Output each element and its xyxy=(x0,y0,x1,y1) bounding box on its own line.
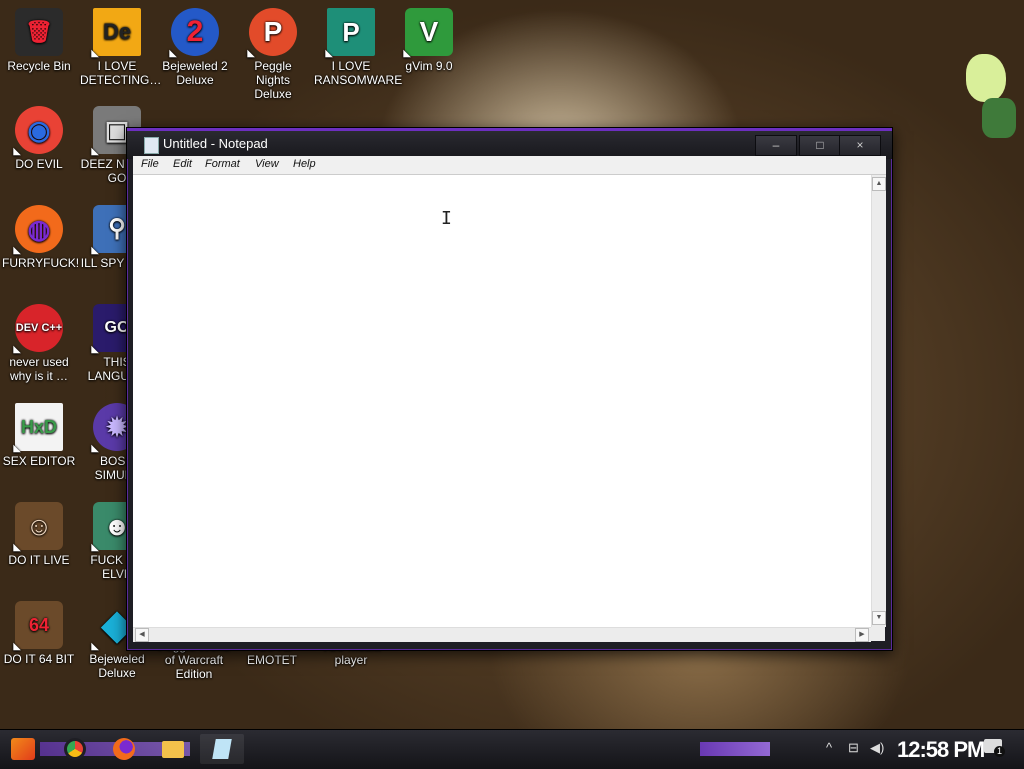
desktop-icon-label: SEX EDITOR xyxy=(2,454,76,468)
desktop-icon-do-it-live[interactable]: ☺ ◣ DO IT LIVE xyxy=(0,496,78,567)
desktop-icon-label: FURRYFUCK! xyxy=(2,256,80,270)
portrait-icon: ☺ ◣ xyxy=(14,502,63,552)
notepad-icon xyxy=(144,137,159,154)
chrome-icon: ◉ ◣ xyxy=(14,106,63,156)
die-icon: De ◣ xyxy=(92,8,141,58)
desktop-icon-sex-editor[interactable]: HxD ◣ SEX EDITOR xyxy=(0,397,78,468)
hxd-icon: HxD ◣ xyxy=(14,403,63,453)
desktop-icon-label: gVim 9.0 xyxy=(405,59,453,73)
notifications-button[interactable]: 1 xyxy=(984,739,1005,759)
taskbar-firefox[interactable] xyxy=(109,734,139,764)
notepad-window[interactable]: Untitled - Notepad – □ × File Edit Forma… xyxy=(126,127,893,651)
peggle-icon: P ◣ xyxy=(248,8,297,58)
taskbar-clock[interactable]: 12:58 PM xyxy=(897,737,985,763)
text-editor-area[interactable] xyxy=(133,175,871,627)
desktop-icon-label: DO IT LIVE xyxy=(8,553,70,567)
vim-icon: V ◣ xyxy=(404,8,453,58)
menu-format[interactable]: Format xyxy=(205,158,240,170)
menu-bar: File Edit Format View Help xyxy=(133,156,886,175)
portrait-64-icon: 64 ◣ xyxy=(14,601,63,651)
desktop-mascot-icon xyxy=(962,54,1018,138)
maximize-button[interactable]: □ xyxy=(799,135,841,156)
scroll-right-icon[interactable]: ▶ xyxy=(855,628,869,642)
start-button[interactable] xyxy=(8,734,38,764)
desktop-icon-label: Peggle Nights Deluxe xyxy=(254,59,292,101)
taskbar-file-explorer[interactable] xyxy=(158,734,188,764)
folder-icon xyxy=(162,740,184,758)
taskbar-chrome[interactable] xyxy=(60,734,90,764)
desktop-icon-do-evil[interactable]: ◉ ◣ DO EVIL xyxy=(0,100,78,171)
firefox-icon: ◍ ◣ xyxy=(14,205,63,255)
desktop-icon-bejeweled-2[interactable]: 2 ◣ Bejeweled 2 Deluxe xyxy=(156,2,234,87)
menu-edit[interactable]: Edit xyxy=(173,158,192,170)
taskbar-accent-right xyxy=(700,742,770,756)
desktop-icon-peggle-nights[interactable]: P ◣ Peggle Nights Deluxe xyxy=(234,2,312,101)
desktop-icon-label: DO IT 64 BIT xyxy=(3,652,75,666)
scroll-up-icon[interactable]: ▲ xyxy=(872,177,886,191)
desktop-icon-label: Bejeweled Deluxe xyxy=(89,652,145,680)
menu-help[interactable]: Help xyxy=(293,158,316,170)
menu-file[interactable]: File xyxy=(141,158,159,170)
desktop-icon-gvim[interactable]: V ◣ gVim 9.0 xyxy=(390,2,468,73)
vertical-scrollbar[interactable]: ▲ ▼ xyxy=(871,175,886,627)
firefox-icon xyxy=(113,738,135,760)
scroll-down-icon[interactable]: ▼ xyxy=(872,611,886,625)
close-button[interactable]: × xyxy=(839,135,881,156)
desktop-icon-label: Recycle Bin xyxy=(7,59,71,73)
desktop-icon-label: I LOVE DETECTING… xyxy=(80,59,162,87)
desktop-icon-label: never used why is it … xyxy=(9,355,69,383)
desktop-icon-detecting[interactable]: De ◣ I LOVE DETECTING… xyxy=(78,2,162,87)
text-cursor-icon: I xyxy=(441,208,452,229)
window-title: Untitled - Notepad xyxy=(163,136,268,151)
minimize-button[interactable]: – xyxy=(755,135,797,156)
chrome-icon xyxy=(64,738,86,760)
tray-overflow-icon[interactable]: ^ xyxy=(826,740,832,755)
bejeweled-2-icon: 2 ◣ xyxy=(170,8,219,58)
title-bar[interactable]: Untitled - Notepad – □ × xyxy=(127,128,892,159)
horizontal-scrollbar[interactable]: ◀ ▶ xyxy=(133,627,871,642)
dev-cpp-icon: DEV C++ ◣ xyxy=(14,304,63,354)
start-icon xyxy=(11,738,35,760)
scroll-left-icon[interactable]: ◀ xyxy=(135,628,149,642)
desktop-icon-ransomware[interactable]: P ◣ I LOVE RANSOMWARE xyxy=(312,2,403,87)
desktop-icon-dev-cpp[interactable]: DEV C++ ◣ never used why is it … xyxy=(0,298,78,383)
volume-icon[interactable]: ◀) xyxy=(870,740,884,756)
resize-grip-icon[interactable] xyxy=(871,627,885,641)
publisher-icon: P ◣ xyxy=(326,8,375,58)
recycle-bin-icon: 🗑 xyxy=(15,8,63,56)
desktop-icon-recycle-bin[interactable]: 🗑 Recycle Bin xyxy=(0,2,78,73)
menu-view[interactable]: View xyxy=(255,158,279,170)
desktop-icon-do-it-64-bit[interactable]: 64 ◣ DO IT 64 BIT xyxy=(0,595,78,666)
notifications-badge: 1 xyxy=(994,746,1005,757)
network-icon[interactable]: ⊟ xyxy=(848,740,859,756)
desktop-icon-label: I LOVE RANSOMWARE xyxy=(314,59,403,87)
taskbar: ^ ⊟ ◀) 12:58 PM 1 xyxy=(0,729,1024,769)
desktop-icon-label: Bejeweled 2 Deluxe xyxy=(162,59,228,87)
desktop-icon-label: DO EVIL xyxy=(15,157,63,171)
notepad-icon xyxy=(212,739,232,759)
taskbar-notepad[interactable] xyxy=(200,734,244,764)
desktop-icon-furryfuck[interactable]: ◍ ◣ FURRYFUCK! xyxy=(0,199,80,270)
